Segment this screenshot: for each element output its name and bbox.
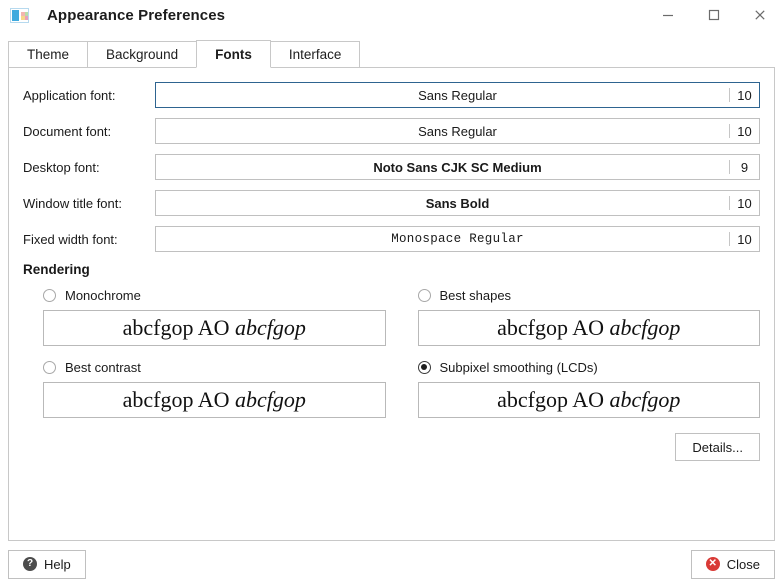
window-title-font-value: Sans Bold bbox=[156, 196, 729, 211]
preview-best-contrast: abcfgop AO abcfgop bbox=[43, 382, 386, 418]
preview-italic-text: abcfgop bbox=[235, 315, 306, 340]
preview-monochrome: abcfgop AO abcfgop bbox=[43, 310, 386, 346]
document-font-button[interactable]: Sans Regular 10 bbox=[155, 118, 760, 144]
radio-best-shapes-label: Best shapes bbox=[440, 288, 512, 303]
minimize-icon[interactable] bbox=[645, 0, 691, 30]
fixed-width-font-label: Fixed width font: bbox=[23, 232, 155, 247]
document-font-size: 10 bbox=[730, 124, 759, 139]
radio-monochrome-indicator[interactable] bbox=[43, 289, 56, 302]
close-circle-icon: ✕ bbox=[706, 557, 720, 571]
tab-fonts[interactable]: Fonts bbox=[196, 40, 271, 68]
preview-subpixel-smoothing: abcfgop AO abcfgop bbox=[418, 382, 761, 418]
window-title: Appearance Preferences bbox=[47, 7, 225, 24]
application-font-size: 10 bbox=[730, 88, 759, 103]
font-row-fixed-width: Fixed width font: Monospace Regular 10 bbox=[23, 226, 760, 252]
tab-theme[interactable]: Theme bbox=[8, 41, 88, 68]
tab-theme-label: Theme bbox=[27, 47, 69, 62]
tab-background-label: Background bbox=[106, 47, 178, 62]
document-font-label: Document font: bbox=[23, 124, 155, 139]
preview-italic-text: abcfgop bbox=[610, 387, 681, 412]
appearance-icon bbox=[10, 8, 29, 23]
radio-subpixel-smoothing-indicator[interactable] bbox=[418, 361, 431, 374]
radio-best-contrast-indicator[interactable] bbox=[43, 361, 56, 374]
desktop-font-label: Desktop font: bbox=[23, 160, 155, 175]
preview-italic-text: abcfgop bbox=[235, 387, 306, 412]
desktop-font-button[interactable]: Noto Sans CJK SC Medium 9 bbox=[155, 154, 760, 180]
application-font-value: Sans Regular bbox=[156, 88, 729, 103]
desktop-font-value: Noto Sans CJK SC Medium bbox=[156, 160, 729, 175]
font-row-document: Document font: Sans Regular 10 bbox=[23, 118, 760, 144]
details-row: Details... bbox=[9, 427, 774, 461]
rendering-section-title: Rendering bbox=[23, 262, 774, 277]
radio-best-contrast-label: Best contrast bbox=[65, 360, 141, 375]
fixed-width-font-button[interactable]: Monospace Regular 10 bbox=[155, 226, 760, 252]
window-title-font-button[interactable]: Sans Bold 10 bbox=[155, 190, 760, 216]
preview-regular-text: abcfgop AO bbox=[497, 387, 609, 412]
rendering-options-grid: Monochrome Best shapes abcfgop AO abcfgo… bbox=[9, 283, 774, 427]
maximize-icon[interactable] bbox=[691, 0, 737, 30]
preview-regular-text: abcfgop AO bbox=[497, 315, 609, 340]
application-font-button[interactable]: Sans Regular 10 bbox=[155, 82, 760, 108]
radio-subpixel-smoothing-label: Subpixel smoothing (LCDs) bbox=[440, 360, 598, 375]
details-button[interactable]: Details... bbox=[675, 433, 760, 461]
desktop-font-size: 9 bbox=[730, 160, 759, 175]
tab-bar: Theme Background Fonts Interface bbox=[8, 40, 783, 68]
fixed-width-font-value: Monospace Regular bbox=[156, 232, 729, 246]
preview-best-shapes: abcfgop AO abcfgop bbox=[418, 310, 761, 346]
radio-best-shapes[interactable]: Best shapes bbox=[398, 283, 761, 307]
font-row-desktop: Desktop font: Noto Sans CJK SC Medium 9 bbox=[23, 154, 760, 180]
radio-monochrome[interactable]: Monochrome bbox=[23, 283, 386, 307]
fixed-width-font-size: 10 bbox=[730, 232, 759, 247]
close-button[interactable]: ✕ Close bbox=[691, 550, 775, 579]
help-icon: ? bbox=[23, 557, 37, 571]
window-controls bbox=[645, 0, 783, 30]
fonts-panel: Application font: Sans Regular 10 Docume… bbox=[8, 67, 775, 541]
radio-best-shapes-indicator[interactable] bbox=[418, 289, 431, 302]
close-button-label: Close bbox=[727, 557, 760, 572]
title-bar: Appearance Preferences bbox=[0, 0, 783, 30]
footer-bar: ? Help ✕ Close bbox=[8, 541, 775, 587]
preview-regular-text: abcfgop AO bbox=[123, 315, 235, 340]
help-button-label: Help bbox=[44, 557, 71, 572]
radio-monochrome-label: Monochrome bbox=[65, 288, 141, 303]
window-title-font-label: Window title font: bbox=[23, 196, 155, 211]
font-row-window-title: Window title font: Sans Bold 10 bbox=[23, 190, 760, 216]
window-title-font-size: 10 bbox=[730, 196, 759, 211]
font-row-application: Application font: Sans Regular 10 bbox=[23, 82, 760, 108]
document-font-value: Sans Regular bbox=[156, 124, 729, 139]
application-font-label: Application font: bbox=[23, 88, 155, 103]
font-row-list: Application font: Sans Regular 10 Docume… bbox=[9, 68, 774, 252]
help-button[interactable]: ? Help bbox=[8, 550, 86, 579]
preview-regular-text: abcfgop AO bbox=[123, 387, 235, 412]
radio-subpixel-smoothing[interactable]: Subpixel smoothing (LCDs) bbox=[398, 355, 761, 379]
close-icon[interactable] bbox=[737, 0, 783, 30]
tab-fonts-label: Fonts bbox=[215, 47, 252, 62]
radio-best-contrast[interactable]: Best contrast bbox=[23, 355, 386, 379]
tab-interface-label: Interface bbox=[289, 47, 342, 62]
tab-interface[interactable]: Interface bbox=[270, 41, 361, 68]
preview-italic-text: abcfgop bbox=[610, 315, 681, 340]
tab-background[interactable]: Background bbox=[87, 41, 197, 68]
